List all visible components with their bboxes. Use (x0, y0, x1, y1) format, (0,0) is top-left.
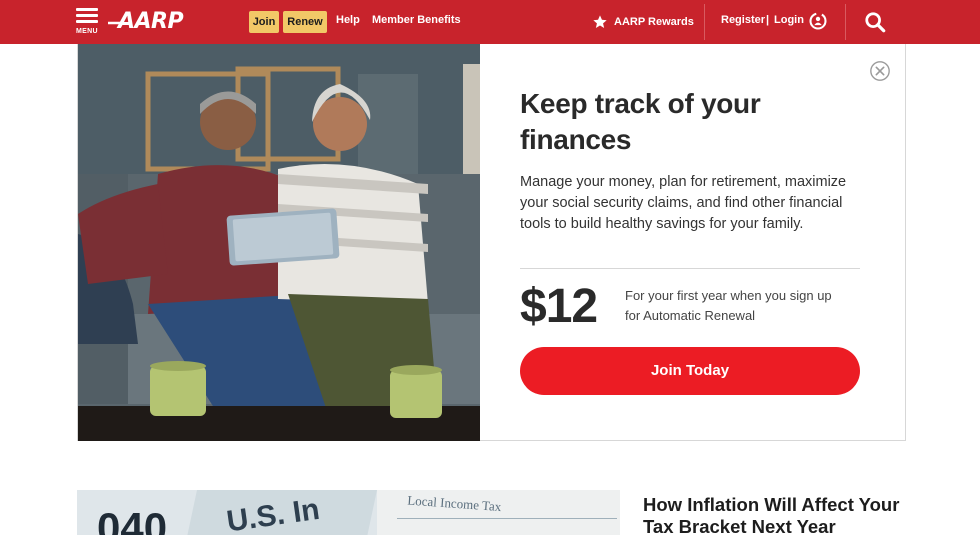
article-headline[interactable]: How Inflation Will Affect Your Tax Brack… (643, 494, 923, 538)
membership-promo-card: Keep track of your finances Manage your … (77, 44, 906, 441)
menu-label: MENU (76, 28, 98, 35)
rewards-link[interactable]: AARP Rewards (592, 13, 694, 31)
promo-description: Manage your money, plan for retirement, … (520, 174, 847, 232)
header-divider (704, 4, 705, 40)
star-icon (593, 15, 607, 28)
couple-with-tablet-photo (78, 44, 480, 441)
login-link[interactable]: Login (774, 14, 804, 26)
menu-icon (76, 8, 100, 23)
price-note: For your first year when you sign up for… (625, 288, 832, 323)
join-today-button[interactable]: Join Today (520, 347, 860, 395)
renew-button[interactable]: Renew (283, 11, 327, 33)
login-icon[interactable] (808, 11, 828, 31)
promo-content: Keep track of your finances Manage your … (520, 44, 865, 441)
menu-button[interactable]: MENU (76, 8, 100, 38)
promo-title: Keep track of your finances (520, 88, 761, 155)
help-link[interactable]: Help (336, 14, 360, 26)
svg-text:040: 040 (97, 504, 167, 535)
register-link[interactable]: Register (721, 14, 765, 26)
member-benefits-link[interactable]: Member Benefits (372, 14, 461, 26)
site-header: MENU AARP Join Renew Help Member Benefit… (0, 0, 980, 44)
price: $12 (520, 280, 598, 333)
join-button[interactable]: Join (249, 11, 279, 33)
promo-divider (520, 268, 860, 269)
close-icon[interactable] (869, 60, 891, 82)
register-login-separator: | (766, 14, 770, 26)
header-divider (845, 4, 846, 40)
search-icon[interactable] (864, 11, 886, 33)
rewards-label: AARP Rewards (614, 16, 694, 28)
tax-form-photo[interactable]: U.S. In 040 Local Income Tax (77, 490, 620, 535)
logo-text: AARP (118, 9, 184, 34)
